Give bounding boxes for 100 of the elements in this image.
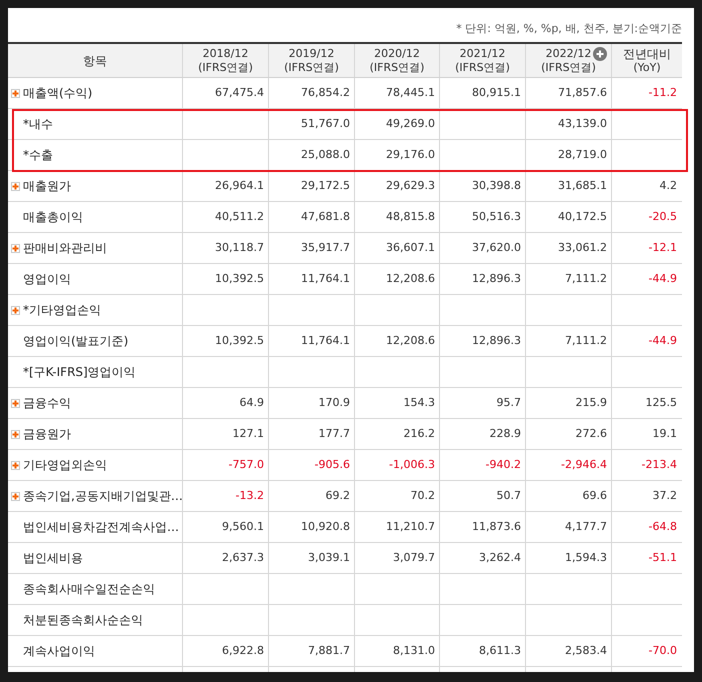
value-text: 50,516.3 [472,208,521,225]
value-text: 3,079.7 [393,550,435,566]
value-text: 8,131.0 [393,642,435,659]
value-text: 69.2 [326,488,350,504]
value-text: 11,764.1 [301,270,350,287]
value-text: -12.1 [648,240,677,256]
value-text: 71,857.6 [558,84,607,101]
value-text: 51,767.0 [301,116,350,132]
value-text: -51.1 [648,550,677,566]
row-label: 법인세비용차감전계속사업… [23,519,179,536]
value-text: 170.9 [318,394,350,411]
value-text: 10,392.5 [215,270,264,287]
row-label: 법인세비용 [23,550,83,567]
row-label: 매출액(수익) [23,85,92,102]
column-subheading: (IFRS연결) [541,60,596,74]
value-text: 31,685.1 [558,178,607,194]
value-text: 8,611.3 [479,642,521,659]
row-label: 영업이익(발표기준) [23,333,128,350]
row-label: 금융원가 [23,426,71,443]
column-subheading: (IFRS연결) [284,60,339,74]
column-subheading: (IFRS연결) [370,60,424,74]
column-subheading: (IFRS연결) [455,60,510,74]
row-label: 처분된종속회사순손익 [23,612,143,629]
column-heading: 전년대비 [623,46,671,60]
value-text: -70.0 [648,642,677,659]
value-text: -940.2 [486,456,521,473]
value-text: 29,176.0 [386,146,435,163]
row-label: 판매비와관리비 [23,240,107,257]
value-text: 78,445.1 [386,84,435,101]
expand-icon[interactable] [11,492,20,500]
value-text: 19.1 [652,426,677,442]
expand-icon[interactable] [11,306,20,314]
expand-icon[interactable] [11,244,20,252]
value-text: 40,172.5 [558,208,607,225]
row-label: 계속사업이익 [23,643,95,660]
value-text: 43,139.0 [558,116,607,132]
value-text: 12,208.6 [386,332,435,349]
value-text: 33,061.2 [558,240,607,256]
row-label: *[구K-IFRS]영업이익 [23,364,136,381]
value-text: 50.7 [496,488,521,504]
value-text: 28,719.0 [558,146,607,163]
column-heading: 2022/12 [546,46,592,60]
column-heading: 2021/12 [460,46,506,60]
value-text: 1,594.3 [565,550,607,566]
value-text: 11,873.6 [472,518,521,535]
value-text: 177.7 [318,426,350,442]
value-text: -757.0 [228,456,264,473]
column-heading: 2018/12 [202,46,248,60]
value-text: 9,560.1 [222,518,264,535]
row-label: 종속회사매수일전순손익 [23,581,155,598]
value-text: 80,915.1 [472,84,521,101]
value-text: -2,946.4 [561,456,607,473]
value-text: 69.6 [582,488,607,504]
value-text: 228.9 [490,426,521,442]
value-text: 127.1 [232,426,264,442]
value-text: 4,177.7 [565,518,607,535]
value-text: 76,854.2 [301,84,350,101]
value-text: 29,629.3 [386,178,435,194]
expand-icon[interactable] [11,182,20,190]
value-text: 10,392.5 [215,332,264,349]
value-text: -11.2 [648,84,677,101]
value-text: -905.6 [314,456,350,473]
value-text: 37,620.0 [472,240,521,256]
value-text: 12,896.3 [472,332,521,349]
row-label: 매출총이익 [23,209,83,226]
expand-icon[interactable] [11,88,20,98]
value-text: 272.6 [576,426,607,442]
value-text: 36,607.1 [386,240,435,256]
value-text: 67,475.4 [215,84,264,101]
value-text: -20.5 [648,208,677,225]
value-text: 12,208.6 [386,270,435,287]
row-label: 종속기업,공동지배기업및관… [23,488,182,505]
value-text: 215.9 [576,394,607,411]
value-text: 30,118.7 [215,240,264,256]
expand-icon[interactable] [11,460,20,470]
value-text: 12,896.3 [472,270,521,287]
value-text: 25,088.0 [301,146,350,163]
value-text: 3,262.4 [479,550,521,566]
row-label: 매출원가 [23,178,71,195]
value-text: 7,111.2 [565,332,607,349]
value-text: 30,398.8 [472,178,521,194]
expand-icon[interactable] [11,398,20,408]
value-text: 11,764.1 [301,332,350,349]
value-text: -64.8 [648,518,677,535]
row-label: 금융수익 [23,395,71,412]
value-text: -1,006.3 [389,456,435,473]
value-text: 6,922.8 [222,642,264,659]
value-text: -13.2 [236,488,264,504]
row-label: 영업이익 [23,271,71,288]
value-text: -213.4 [642,456,677,473]
unit-note: * 단위: 억원, %, %p, 배, 천주, 분기:순액기준 [456,20,682,36]
plus-circle-icon[interactable] [593,47,607,61]
value-text: 26,964.1 [215,178,264,194]
row-label: 기타영업외손익 [23,457,107,474]
value-text: 216.2 [404,426,435,442]
value-text: 10,920.8 [301,518,350,535]
value-text: 47,681.8 [301,208,350,225]
value-text: 2,583.4 [565,642,607,659]
value-text: 70.2 [410,488,435,504]
expand-icon[interactable] [11,430,20,438]
